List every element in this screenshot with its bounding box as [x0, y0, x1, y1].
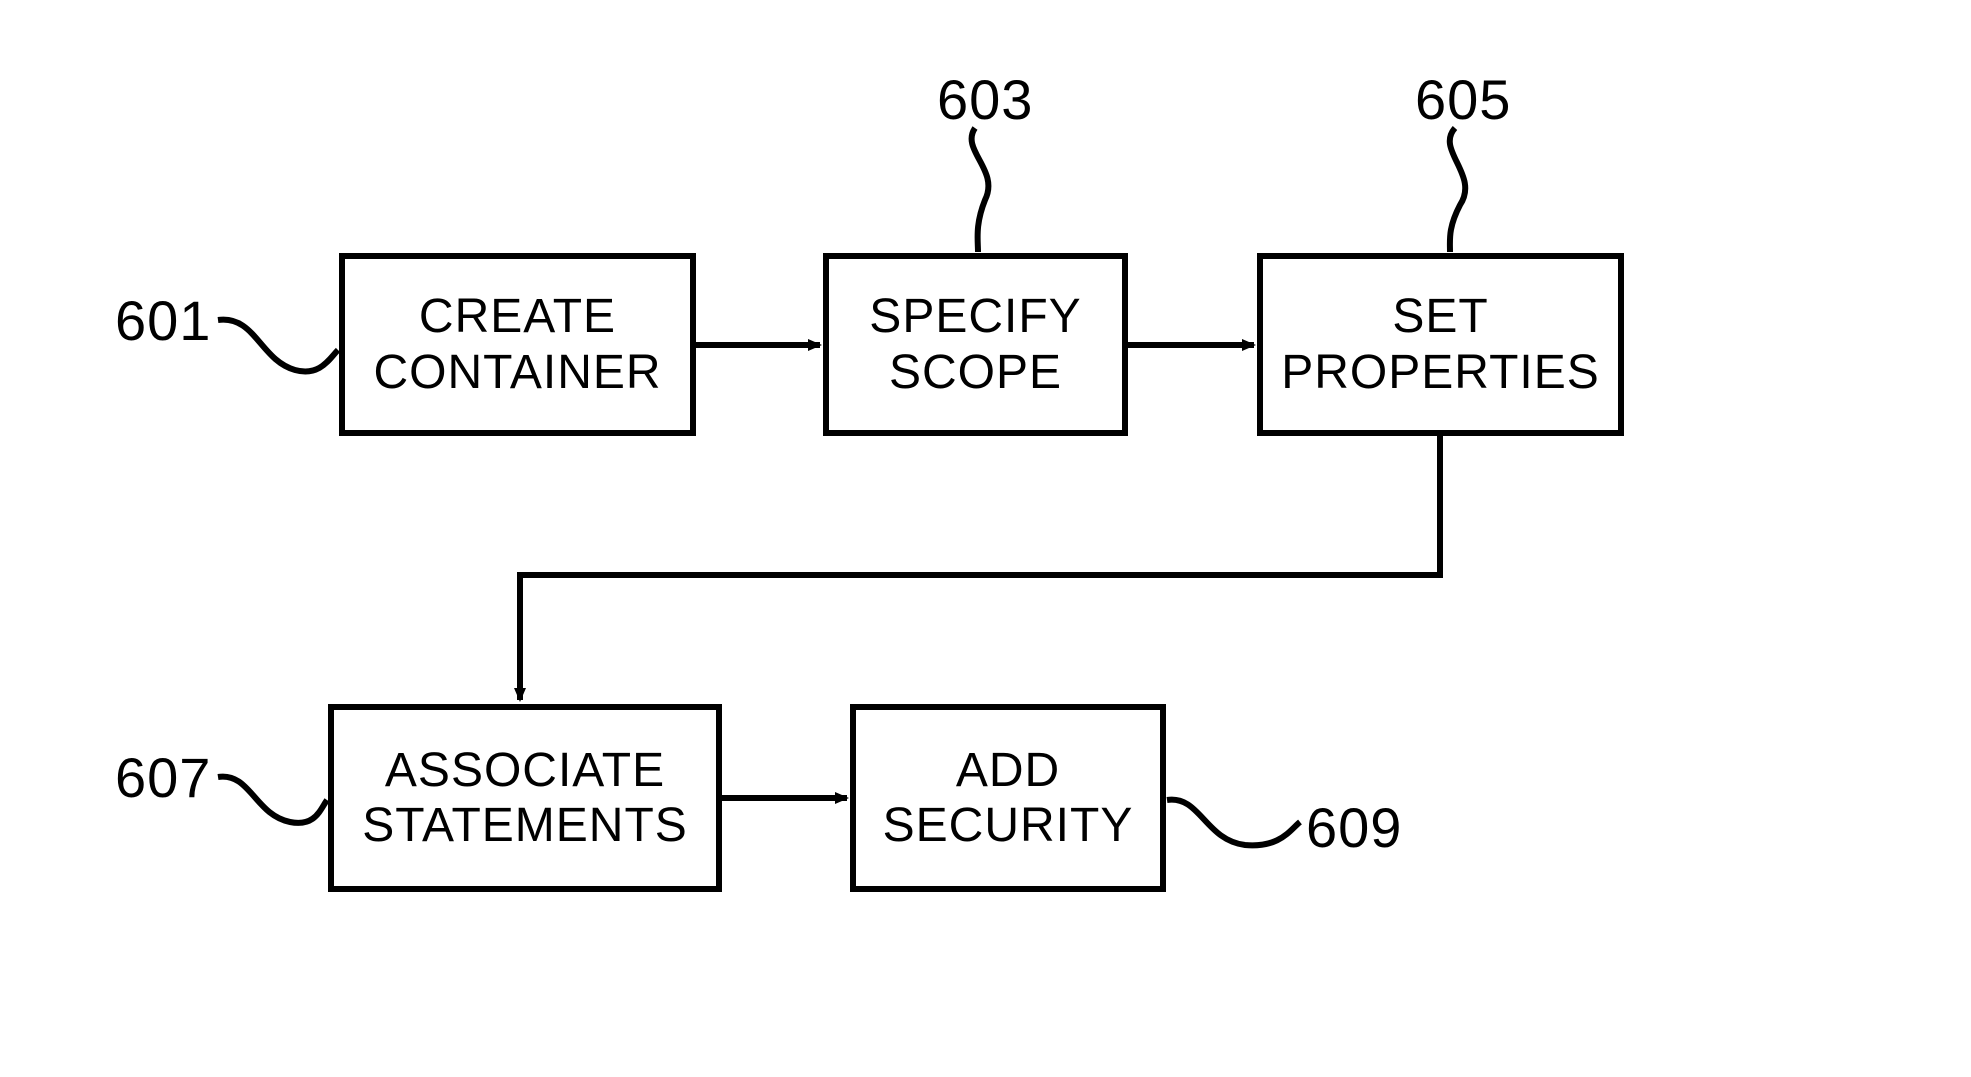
label-607: 607 — [115, 745, 211, 810]
label-609: 609 — [1306, 795, 1402, 860]
box-add-security: ADDSECURITY — [850, 704, 1166, 892]
label-603: 603 — [937, 67, 1033, 132]
box-specify-scope: SPECIFYSCOPE — [823, 253, 1128, 436]
box-associate-statements: ASSOCIATESTATEMENTS — [328, 704, 722, 892]
callout-connector-601 — [218, 320, 338, 372]
label-605: 605 — [1415, 67, 1511, 132]
callout-connector-607 — [218, 777, 327, 823]
label-601: 601 — [115, 288, 211, 353]
box-set-properties: SETPROPERTIES — [1257, 253, 1624, 436]
arrow-605-to-607 — [520, 436, 1440, 700]
flowchart-diagram: CREATECONTAINER SPECIFYSCOPE SETPROPERTI… — [0, 0, 1971, 1077]
callout-connector-609 — [1167, 800, 1300, 846]
callout-connector-605 — [1450, 128, 1466, 252]
box-create-container: CREATECONTAINER — [339, 253, 696, 436]
callout-connector-603 — [972, 128, 989, 252]
